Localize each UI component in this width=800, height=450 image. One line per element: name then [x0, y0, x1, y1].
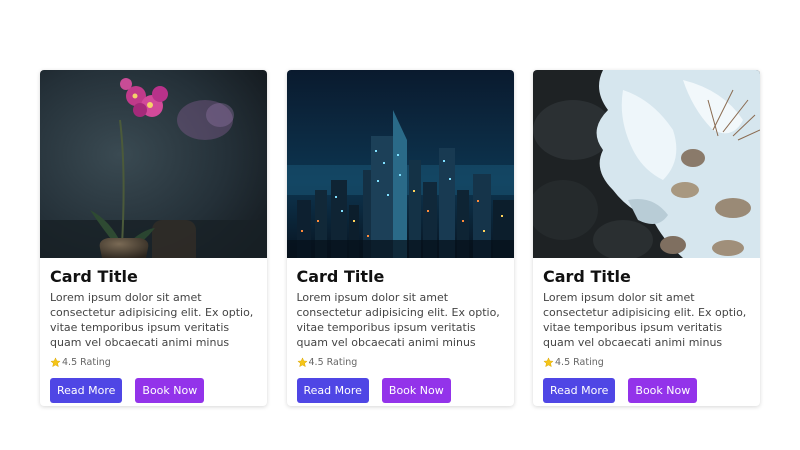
ice-rocks-photo [533, 70, 760, 258]
card-title: Card Title [543, 267, 631, 286]
card: Card Title Lorem ipsum dolor sit amet co… [286, 70, 514, 406]
star-icon [296, 356, 308, 367]
star-icon [543, 356, 554, 367]
star-icon [50, 356, 61, 367]
rating: 4.5 Rating [543, 355, 753, 369]
card-actions: Read More Book Now [50, 378, 260, 403]
card-body: Card Title Lorem ipsum dolor sit amet co… [50, 267, 260, 403]
card-title: Card Title [296, 267, 385, 286]
book-now-button[interactable]: Book Now [628, 378, 698, 403]
card-title: Card Title [50, 267, 138, 286]
card-description: Lorem ipsum dolor sit amet consectetur a… [296, 291, 500, 349]
card-image-orchid [40, 70, 267, 258]
read-more-button[interactable]: Read More [296, 378, 369, 403]
card-actions: Read More Book Now [296, 378, 507, 403]
card-actions: Read More Book Now [543, 378, 753, 403]
card-body: Card Title Lorem ipsum dolor sit amet co… [543, 267, 753, 403]
card-description: Lorem ipsum dolor sit amet consectetur a… [543, 291, 747, 349]
book-now-button[interactable]: Book Now [135, 378, 205, 403]
rating-text: 4.5 Rating [62, 356, 111, 368]
card-image-ice [533, 70, 760, 258]
city-skyline-photo [286, 70, 514, 258]
book-now-button[interactable]: Book Now [381, 378, 451, 403]
card: Card Title Lorem ipsum dolor sit amet co… [533, 70, 760, 406]
card-grid: Card Title Lorem ipsum dolor sit amet co… [40, 70, 760, 406]
rating-text: 4.5 Rating [555, 356, 604, 368]
rating: 4.5 Rating [50, 355, 260, 369]
orchid-photo [40, 70, 267, 258]
card-description: Lorem ipsum dolor sit amet consectetur a… [50, 291, 254, 349]
read-more-button[interactable]: Read More [543, 378, 616, 403]
card: Card Title Lorem ipsum dolor sit amet co… [40, 70, 267, 406]
read-more-button[interactable]: Read More [50, 378, 123, 403]
rating: 4.5 Rating [296, 355, 507, 369]
rating-text: 4.5 Rating [308, 356, 358, 368]
card-image-city [286, 70, 514, 258]
card-body: Card Title Lorem ipsum dolor sit amet co… [296, 267, 507, 403]
